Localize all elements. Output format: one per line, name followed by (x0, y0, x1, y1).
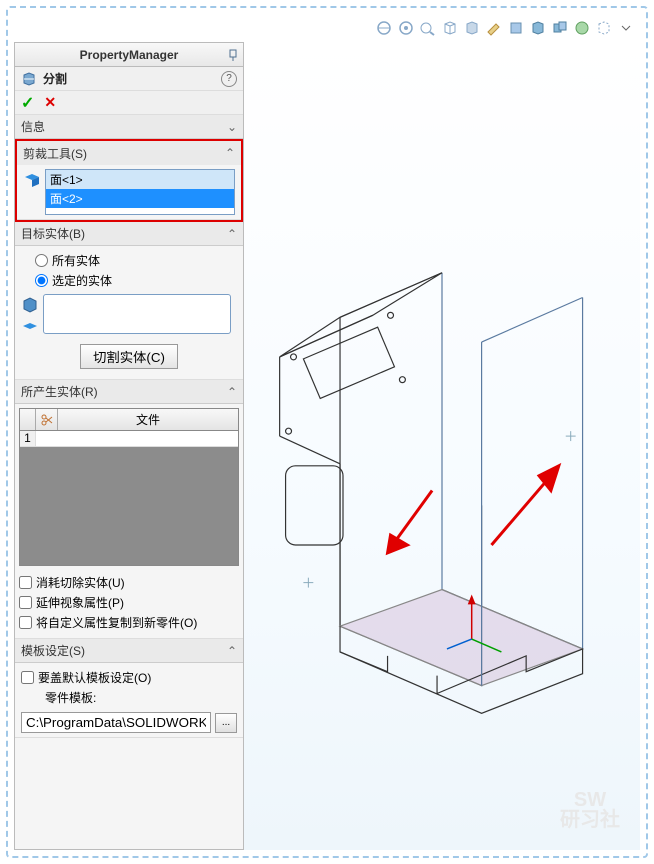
ok-cancel-row: ✓ ✕ (15, 91, 243, 115)
help-icon[interactable]: ? (221, 71, 237, 87)
chevron-up-icon: ⌃ (227, 644, 237, 658)
command-row: 分割 ? (15, 67, 243, 91)
tool-9-icon[interactable] (550, 18, 570, 38)
extend-check-row: 延伸视象属性(P) (19, 592, 239, 612)
tool-5-icon[interactable] (462, 18, 482, 38)
override-check-row: 要盖默认模板设定(O) (21, 667, 237, 687)
section-template-header[interactable]: 模板设定(S) ⌃ (15, 639, 243, 663)
copy-check-row: 将自定义属性复制到新零件(O) (19, 612, 239, 632)
file-column-header: 文件 (58, 409, 238, 430)
radio-selected-input[interactable] (35, 274, 48, 287)
list-item[interactable]: 面<2> (46, 189, 234, 208)
property-manager-panel: PropertyManager 分割 ? ✓ ✕ 信息 ⌄ 剪裁工具( (14, 42, 244, 850)
split-icon (21, 71, 37, 87)
tool-dropdown-icon[interactable] (616, 18, 636, 38)
trim-selection-list[interactable]: 面<1> 面<2> (45, 169, 235, 215)
panel-title: PropertyManager (35, 48, 223, 62)
tool-2-icon[interactable] (396, 18, 416, 38)
3d-viewport[interactable]: SW 研习社 (244, 42, 640, 850)
override-checkbox[interactable] (21, 671, 34, 684)
list-item[interactable]: 面<1> (46, 170, 234, 189)
result-table: 文件 1 (19, 408, 239, 566)
tool-7-icon[interactable] (506, 18, 526, 38)
consume-check-row: 消耗切除实体(U) (19, 572, 239, 592)
part-template-label: 零件模板: (45, 687, 237, 708)
section-trim-header[interactable]: 剪裁工具(S) ⌃ (17, 141, 241, 165)
top-toolbar (14, 14, 640, 42)
section-info-label: 信息 (21, 118, 227, 135)
row-number: 1 (20, 431, 36, 446)
extend-checkbox[interactable] (19, 596, 32, 609)
browse-button[interactable]: ... (215, 713, 237, 733)
section-trim-label: 剪裁工具(S) (23, 145, 225, 162)
section-info-header[interactable]: 信息 ⌄ (15, 115, 243, 139)
chevron-up-icon: ⌃ (225, 146, 235, 160)
pin-icon[interactable] (223, 45, 243, 65)
consume-label: 消耗切除实体(U) (36, 574, 125, 591)
face-select-icon (23, 171, 41, 189)
copy-checkbox[interactable] (19, 616, 32, 629)
tool-8-icon[interactable] (528, 18, 548, 38)
radio-all-label: 所有实体 (52, 252, 100, 269)
table-row: 1 (20, 431, 238, 447)
tool-11-icon[interactable] (594, 18, 614, 38)
tool-1-icon[interactable] (374, 18, 394, 38)
target-selection-list[interactable] (43, 294, 231, 334)
cut-bodies-button[interactable]: 切割实体(C) (80, 344, 178, 369)
section-target-label: 目标实体(B) (21, 225, 227, 242)
copy-label: 将自定义属性复制到新零件(O) (36, 614, 197, 631)
chevron-up-icon: ⌃ (227, 385, 237, 399)
radio-all-input[interactable] (35, 254, 48, 267)
solid-body-icon (21, 296, 39, 314)
consume-checkbox[interactable] (19, 576, 32, 589)
radio-selected-bodies: 选定的实体 (35, 270, 237, 290)
section-result-header[interactable]: 所产生实体(R) ⌃ (15, 380, 243, 404)
section-template-label: 模板设定(S) (21, 642, 227, 659)
radio-selected-label: 选定的实体 (52, 272, 112, 289)
section-result-label: 所产生实体(R) (21, 383, 227, 400)
radio-all-bodies: 所有实体 (35, 250, 237, 270)
override-label: 要盖默认模板设定(O) (38, 669, 151, 686)
section-target-header[interactable]: 目标实体(B) ⌃ (15, 222, 243, 246)
chevron-down-icon: ⌄ (227, 120, 237, 134)
surface-body-icon (21, 320, 39, 338)
tool-4-icon[interactable] (440, 18, 460, 38)
chevron-up-icon: ⌃ (227, 227, 237, 241)
template-path-input[interactable] (21, 712, 211, 733)
watermark: SW 研习社 (560, 790, 620, 830)
scissors-icon (36, 409, 58, 430)
ok-button[interactable]: ✓ (21, 93, 34, 113)
tool-6-icon[interactable] (484, 18, 504, 38)
tool-10-icon[interactable] (572, 18, 592, 38)
command-name: 分割 (43, 70, 215, 87)
extend-label: 延伸视象属性(P) (36, 594, 124, 611)
tool-3-icon[interactable] (418, 18, 438, 38)
trim-tools-group: 剪裁工具(S) ⌃ 面<1> 面<2> (15, 139, 243, 222)
panel-header: PropertyManager (15, 43, 243, 67)
cancel-button[interactable]: ✕ (44, 94, 56, 111)
